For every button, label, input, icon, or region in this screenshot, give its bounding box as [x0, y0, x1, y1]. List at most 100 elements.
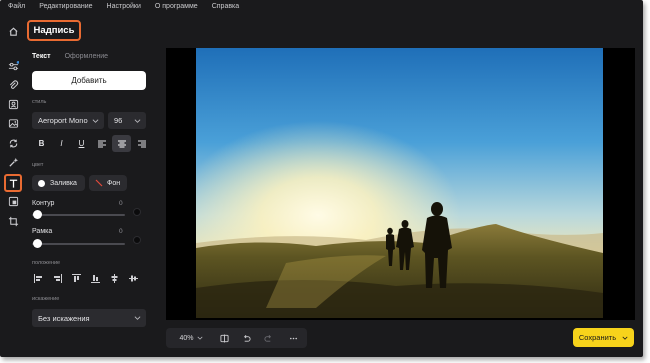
- distortion-value: Без искажения: [38, 313, 90, 323]
- outline-slider[interactable]: [32, 214, 125, 216]
- position-left-button[interactable]: [32, 273, 44, 283]
- chevron-down-icon: [134, 118, 141, 123]
- fill-color-swatch: [38, 179, 45, 187]
- menu-edit[interactable]: Редактирование: [39, 3, 92, 10]
- align-right-icon: [137, 140, 146, 147]
- photo[interactable]: [196, 48, 603, 318]
- compare-icon: [219, 333, 229, 343]
- chevron-down-icon: [196, 336, 203, 340]
- frame-label: Рамка: [32, 228, 53, 235]
- style-label: стиль: [32, 99, 47, 105]
- fill-button[interactable]: Заливка: [32, 175, 85, 191]
- retouch-icon: [8, 99, 18, 109]
- menu-settings[interactable]: Настройки: [107, 3, 141, 10]
- no-color-icon: [95, 179, 103, 187]
- format-toolbar: B I U: [32, 135, 151, 152]
- fill-label: Заливка: [50, 179, 77, 187]
- app-window: Файл Редактирование Настройки О программ…: [0, 0, 643, 357]
- redo-icon: [263, 334, 271, 342]
- align-center-horizontal-icon: [128, 275, 138, 281]
- panel-tabs: Текст Оформление: [32, 53, 108, 60]
- menu-file[interactable]: Файл: [8, 3, 25, 10]
- clip-button[interactable]: [4, 76, 22, 94]
- frame-value: 0: [119, 228, 123, 235]
- clip-icon: [9, 79, 18, 89]
- menu-bar: Файл Редактирование Настройки О программ…: [0, 0, 643, 12]
- more-button[interactable]: [286, 328, 300, 348]
- position-top-button[interactable]: [70, 273, 82, 283]
- background-button[interactable]: Фон: [89, 175, 127, 191]
- outline-color-swatch[interactable]: [133, 208, 141, 216]
- align-left-edge-icon: [33, 273, 42, 283]
- compare-button[interactable]: [217, 328, 231, 348]
- distortion-label: искажение: [32, 296, 60, 302]
- position-center-h-button[interactable]: [127, 273, 139, 283]
- position-right-button[interactable]: [51, 273, 63, 283]
- align-top-edge-icon: [71, 273, 81, 282]
- crop-button[interactable]: [4, 212, 22, 230]
- crop-icon: [8, 216, 18, 226]
- font-family-select[interactable]: Aeroport Mono: [32, 112, 104, 129]
- retouch-button[interactable]: [4, 95, 22, 113]
- mountain-sunset-photo: [196, 48, 603, 318]
- underline-button[interactable]: U: [72, 135, 91, 152]
- align-right-edge-icon: [53, 273, 62, 283]
- undo-icon: [243, 334, 251, 342]
- save-label: Сохранить: [578, 333, 617, 342]
- outline-value: 0: [119, 200, 123, 207]
- zoom-value: 40%: [179, 334, 194, 342]
- redo-button[interactable]: [261, 328, 275, 348]
- text-tool-button[interactable]: [4, 174, 22, 192]
- home-icon: [8, 27, 18, 36]
- align-left-button[interactable]: [92, 135, 111, 152]
- frame-icon: [8, 196, 18, 206]
- magic-button[interactable]: [4, 153, 22, 171]
- font-size-select[interactable]: 96: [108, 112, 146, 129]
- position-label: положение: [32, 260, 61, 266]
- add-text-button[interactable]: Добавить: [32, 71, 146, 90]
- adjust-icon: [8, 60, 19, 70]
- chevron-down-icon: [134, 316, 141, 320]
- image-preview: [166, 48, 635, 320]
- align-bottom-edge-icon: [90, 274, 100, 283]
- panel-title: Надпись: [27, 20, 81, 41]
- menu-help[interactable]: Справка: [212, 3, 239, 10]
- color-label: цвет: [32, 162, 44, 168]
- frame-slider[interactable]: [32, 243, 125, 245]
- frame-color-swatch[interactable]: [133, 236, 141, 244]
- position-buttons: [32, 273, 139, 283]
- font-family-value: Aeroport Mono: [38, 116, 88, 125]
- position-bottom-button[interactable]: [89, 273, 101, 283]
- zoom-select[interactable]: 40%: [176, 328, 206, 348]
- align-left-icon: [97, 140, 106, 147]
- tool-strip: [0, 14, 26, 357]
- text-icon: [9, 179, 17, 188]
- align-right-button[interactable]: [132, 135, 151, 152]
- adjust-button[interactable]: [4, 57, 22, 75]
- position-center-v-button[interactable]: [108, 273, 120, 283]
- font-size-value: 96: [114, 116, 123, 125]
- outline-slider-handle[interactable]: [33, 210, 42, 219]
- bold-button[interactable]: B: [32, 135, 51, 152]
- undo-button[interactable]: [239, 328, 253, 348]
- menu-about[interactable]: О программе: [155, 3, 198, 10]
- tab-design[interactable]: Оформление: [65, 53, 108, 60]
- outline-label: Контур: [32, 200, 55, 207]
- align-center-icon: [117, 140, 126, 147]
- align-center-vertical-icon: [111, 273, 117, 283]
- chevron-down-icon: [92, 118, 99, 123]
- image-button[interactable]: [4, 114, 22, 132]
- frame-button[interactable]: [4, 192, 22, 210]
- zoom-toolbar: 40%: [166, 328, 307, 348]
- frame-slider-handle[interactable]: [33, 239, 42, 248]
- distortion-select[interactable]: Без искажения: [32, 309, 146, 327]
- save-button[interactable]: Сохранить: [573, 328, 634, 347]
- replace-button[interactable]: [4, 134, 22, 152]
- image-icon: [8, 118, 18, 128]
- home-button[interactable]: [4, 22, 22, 40]
- italic-button[interactable]: I: [52, 135, 71, 152]
- chevron-down-icon: [622, 336, 628, 340]
- tab-text[interactable]: Текст: [32, 53, 51, 60]
- background-label: Фон: [107, 179, 121, 187]
- align-center-button[interactable]: [112, 135, 131, 152]
